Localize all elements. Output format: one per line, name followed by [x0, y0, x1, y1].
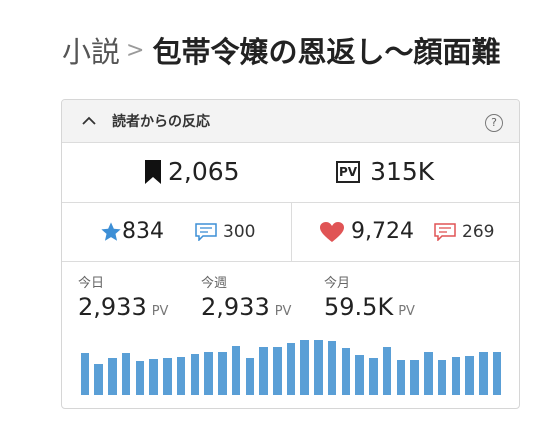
- breadcrumb: 小説 > 包帯令嬢の恩返し〜顔面難: [62, 28, 542, 72]
- review-icon: [434, 223, 456, 241]
- pv-bar-10: [204, 351, 213, 395]
- panel-title: 読者からの反応: [112, 114, 210, 130]
- divider: [291, 203, 292, 261]
- panel-header[interactable]: 読者からの反応 ?: [62, 100, 519, 143]
- stat-month-value: 59.5K: [324, 293, 394, 321]
- pv-bar-23: [382, 347, 392, 395]
- totals-row: 2,065 PV 315K: [62, 143, 519, 203]
- heart-icon: [320, 221, 344, 242]
- pv-bar-11: [218, 351, 227, 395]
- pv-bar-29: [465, 356, 474, 395]
- comment-stat-red: 269: [434, 222, 494, 242]
- pv-bar-20: [341, 347, 351, 395]
- stat-today: 今日 2,933 PV: [78, 272, 168, 321]
- breadcrumb-novel-link[interactable]: 小説: [62, 29, 120, 71]
- stat-month-label: 今月: [324, 276, 351, 291]
- bookmark-icon: [145, 159, 161, 184]
- comment-count-blue: 300: [223, 222, 256, 242]
- pv-bar-28: [451, 357, 461, 395]
- pv-bar-9: [190, 354, 200, 395]
- star-stat: 834: [100, 219, 164, 244]
- pv-bar-8: [176, 357, 186, 395]
- pv-total: 315K: [370, 157, 435, 186]
- pv-bar-21: [355, 355, 364, 395]
- pv-bar-19: [327, 341, 337, 395]
- pv-bar-14: [259, 347, 268, 395]
- pv-bar-24: [396, 359, 406, 395]
- bookmark-stat: 2,065: [144, 157, 240, 186]
- heart-count: 9,724: [351, 219, 414, 244]
- pv-bar-7: [163, 358, 172, 395]
- stat-week-label: 今週: [201, 276, 228, 291]
- pv-icon: PV: [336, 160, 361, 183]
- chevron-up-icon[interactable]: [80, 112, 98, 130]
- pv-bar-3: [108, 358, 117, 395]
- stat-week: 今週 2,933 PV: [201, 272, 291, 321]
- bookmark-count: 2,065: [168, 157, 240, 186]
- stat-month: 今月 59.5K PV: [324, 272, 415, 321]
- pv-bar-4: [121, 353, 131, 395]
- page-title: 包帯令嬢の恩返し〜顔面難: [152, 35, 501, 69]
- pv-bar-12: [231, 346, 241, 395]
- pv-bar-17: [300, 339, 309, 395]
- star-icon: [101, 221, 121, 241]
- pv-bar-30: [479, 351, 488, 395]
- comment-stat-blue: 300: [195, 222, 255, 242]
- help-icon[interactable]: ?: [485, 114, 503, 132]
- pv-bar-13: [245, 358, 255, 395]
- breadcrumb-separator: >: [126, 37, 145, 63]
- stat-today-unit: PV: [151, 304, 169, 319]
- pv-bar-26: [424, 351, 433, 395]
- stat-week-value: 2,933: [201, 293, 270, 321]
- pv-period-stats: 今日 2,933 PV 今週 2,933 PV 今月 59.5K PV: [62, 262, 519, 321]
- pv-bar-5: [135, 360, 145, 395]
- reactions-row: 834 300 9,724 269: [62, 203, 519, 262]
- comment-count-red: 269: [462, 222, 495, 242]
- stat-week-unit: PV: [274, 304, 292, 319]
- stat-today-label: 今日: [78, 276, 105, 291]
- pv-bar-27: [437, 359, 447, 395]
- pv-bar-22: [369, 358, 378, 395]
- stat-today-value: 2,933: [78, 293, 147, 321]
- pv-bar-18: [314, 339, 323, 395]
- pv-total-stat: PV 315K: [336, 157, 434, 186]
- pv-bar-31: [492, 351, 502, 395]
- pv-bar-1: [80, 352, 90, 395]
- reader-reaction-panel: 読者からの反応 ? 2,065 PV 315K 834 300 9,724 26…: [61, 99, 520, 409]
- stat-month-unit: PV: [398, 304, 415, 319]
- heart-stat: 9,724: [319, 219, 414, 244]
- pv-bar-15: [272, 347, 282, 395]
- pv-bar-6: [149, 359, 158, 395]
- pv-bar-25: [410, 359, 419, 395]
- star-count: 834: [122, 219, 164, 244]
- comment-icon: [195, 223, 217, 241]
- pv-bar-16: [286, 343, 296, 395]
- pv-bar-2: [94, 363, 103, 395]
- daily-pv-bar-chart: [78, 335, 504, 395]
